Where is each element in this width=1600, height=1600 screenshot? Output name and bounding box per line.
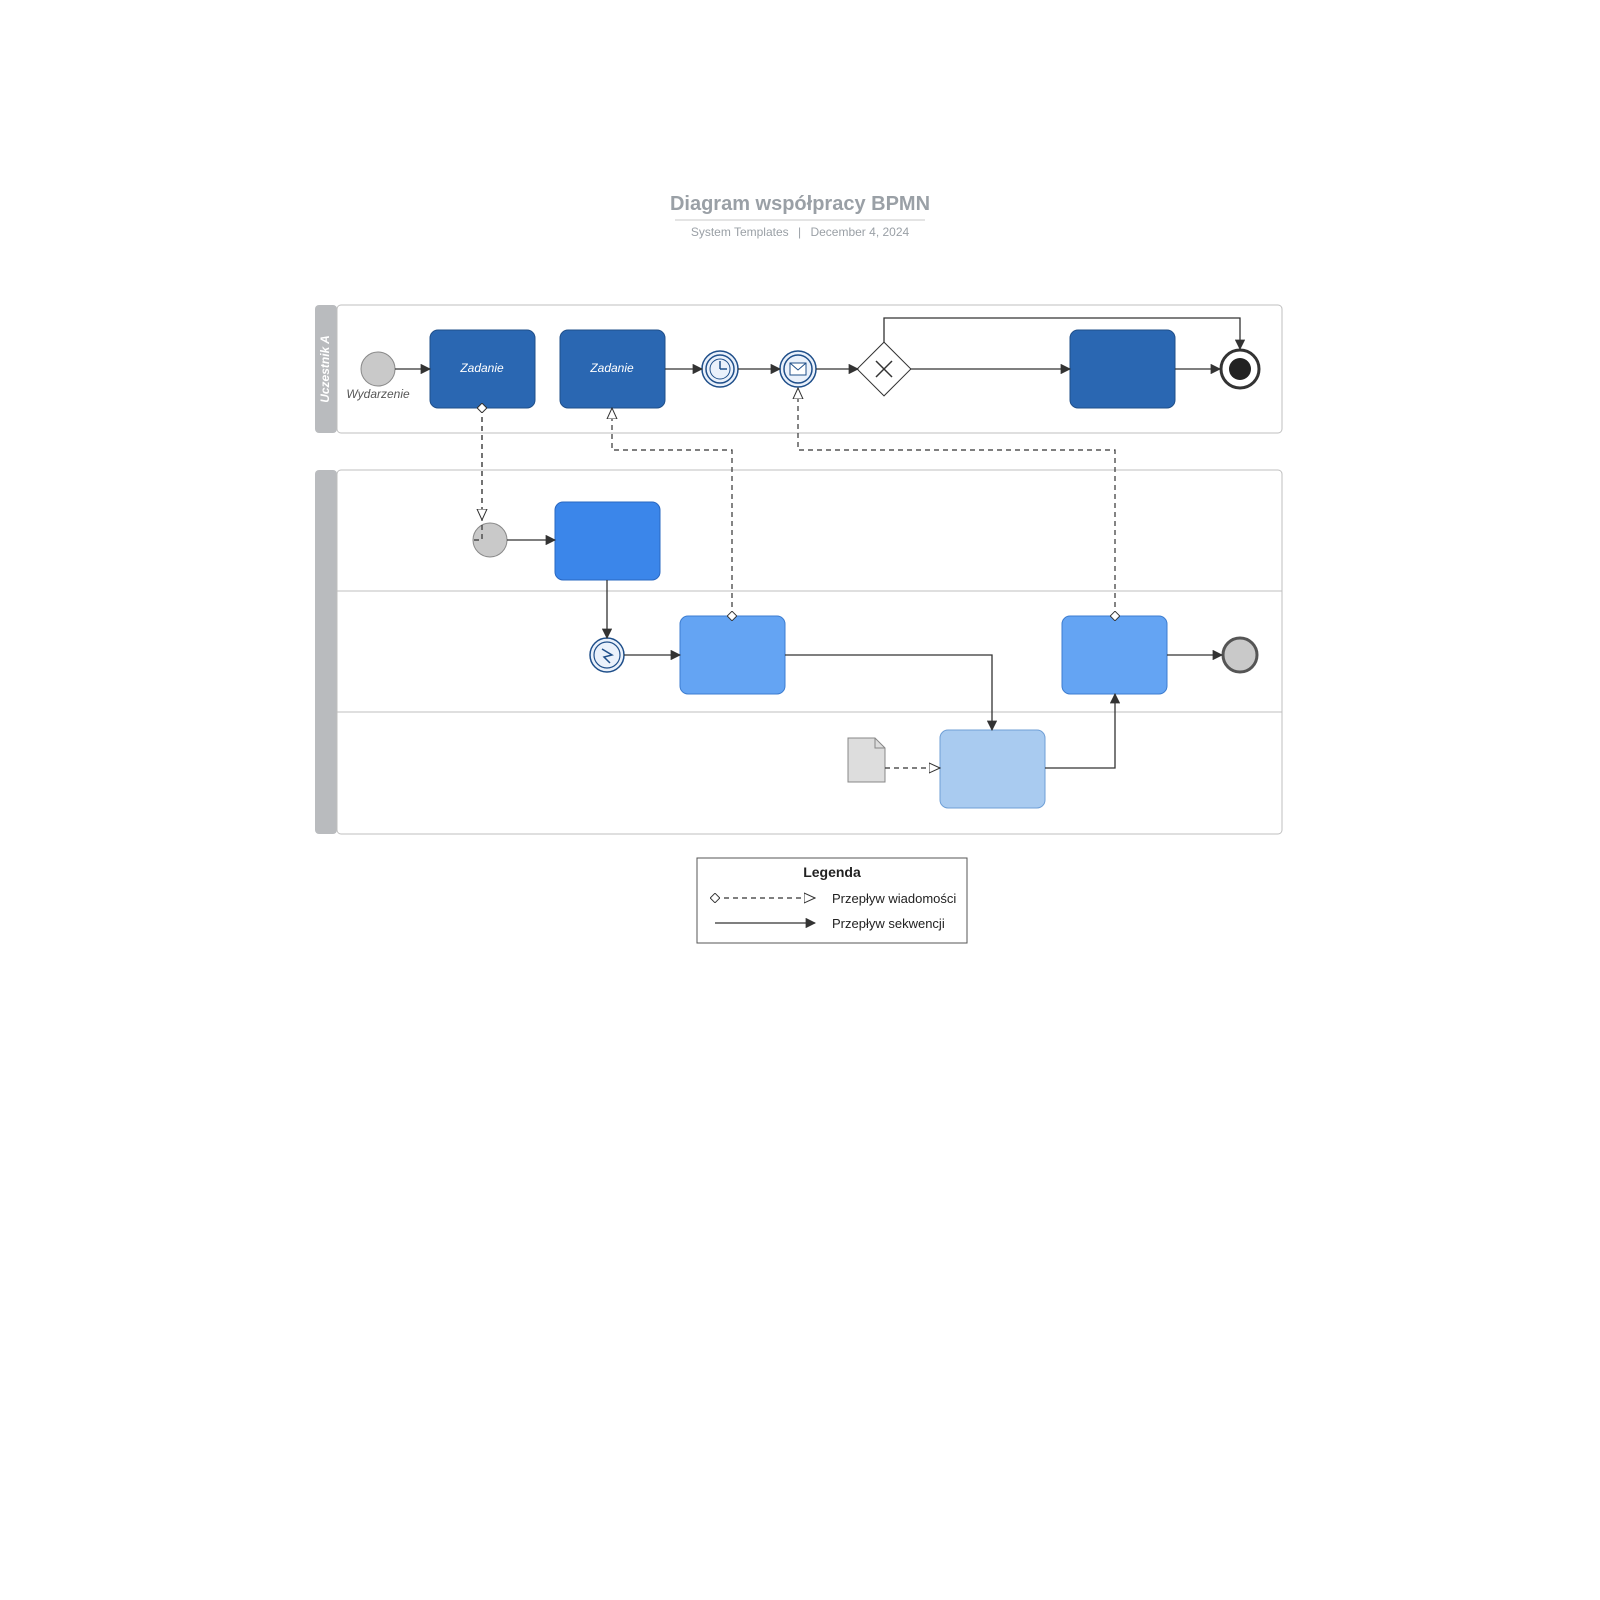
- timer-event-icon: [702, 351, 738, 387]
- task-b4: [940, 730, 1045, 808]
- document-icon: [848, 738, 885, 782]
- seq-flow: [1045, 694, 1115, 768]
- task-b3: [1062, 616, 1167, 694]
- task-a2-label: Zadanie: [589, 361, 634, 375]
- diagram-canvas: Diagram współpracy BPMN System Templates…: [200, 0, 1400, 1200]
- gateway-icon: [857, 342, 911, 396]
- signal-event-icon: [590, 638, 624, 672]
- end-event-b-icon: [1223, 638, 1257, 672]
- msg-flow: [798, 388, 1115, 616]
- start-event: [361, 352, 395, 386]
- diagram-title: Diagram współpracy BPMN: [670, 193, 930, 215]
- legend-msg: Przepływ wiadomości: [832, 891, 956, 906]
- msg-flow: [473, 408, 482, 540]
- task-a3: [1070, 330, 1175, 408]
- task-b1: [555, 502, 660, 580]
- message-event-icon: [780, 351, 816, 387]
- legend-title: Legenda: [803, 864, 861, 880]
- task-a1-label: Zadanie: [459, 361, 504, 375]
- legend-seq: Przepływ sekwencji: [832, 916, 945, 931]
- start-event-label: Wydarzenie: [346, 387, 410, 401]
- end-event-icon: [1221, 350, 1259, 388]
- seq-flow: [785, 655, 992, 730]
- legend: Legenda Przepływ wiadomości Przepływ sek…: [697, 858, 967, 943]
- task-b2: [680, 616, 785, 694]
- diagram-subtitle: System Templates | December 4, 2024: [691, 225, 910, 239]
- seq-flow: [884, 318, 1240, 349]
- pool-a-title: Uczestnik A: [318, 335, 332, 403]
